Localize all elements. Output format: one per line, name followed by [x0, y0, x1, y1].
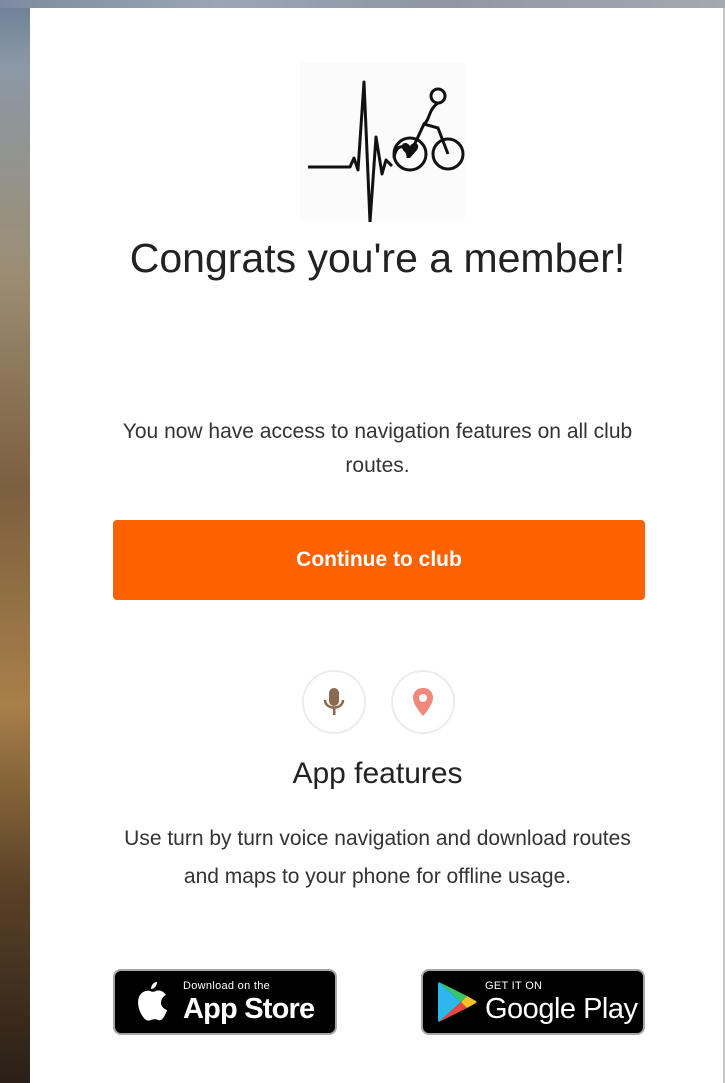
club-logo	[300, 62, 465, 222]
google-play-badge[interactable]: GET IT ON Google Play	[421, 969, 645, 1035]
modal-description: You now have access to navigation featur…	[122, 420, 633, 477]
location-pin-icon	[391, 670, 455, 734]
continue-to-club-button[interactable]: Continue to club	[113, 520, 645, 600]
app-store-small-text: Download on the	[183, 979, 271, 992]
app-store-big-text: App Store	[183, 992, 315, 1025]
google-play-icon	[438, 982, 477, 1022]
features-description: Use turn by turn voice navigation and do…	[124, 827, 631, 888]
features-title: App features	[292, 757, 463, 790]
modal-title: Congrats you're a member!	[129, 235, 626, 281]
background-strip	[0, 0, 725, 8]
app-store-badge[interactable]: Download on the App Store	[113, 969, 337, 1035]
microphone-icon	[302, 670, 366, 734]
apple-icon	[138, 982, 167, 1021]
google-play-big-text: Google Play	[485, 992, 638, 1025]
google-play-small-text: GET IT ON	[485, 979, 543, 992]
